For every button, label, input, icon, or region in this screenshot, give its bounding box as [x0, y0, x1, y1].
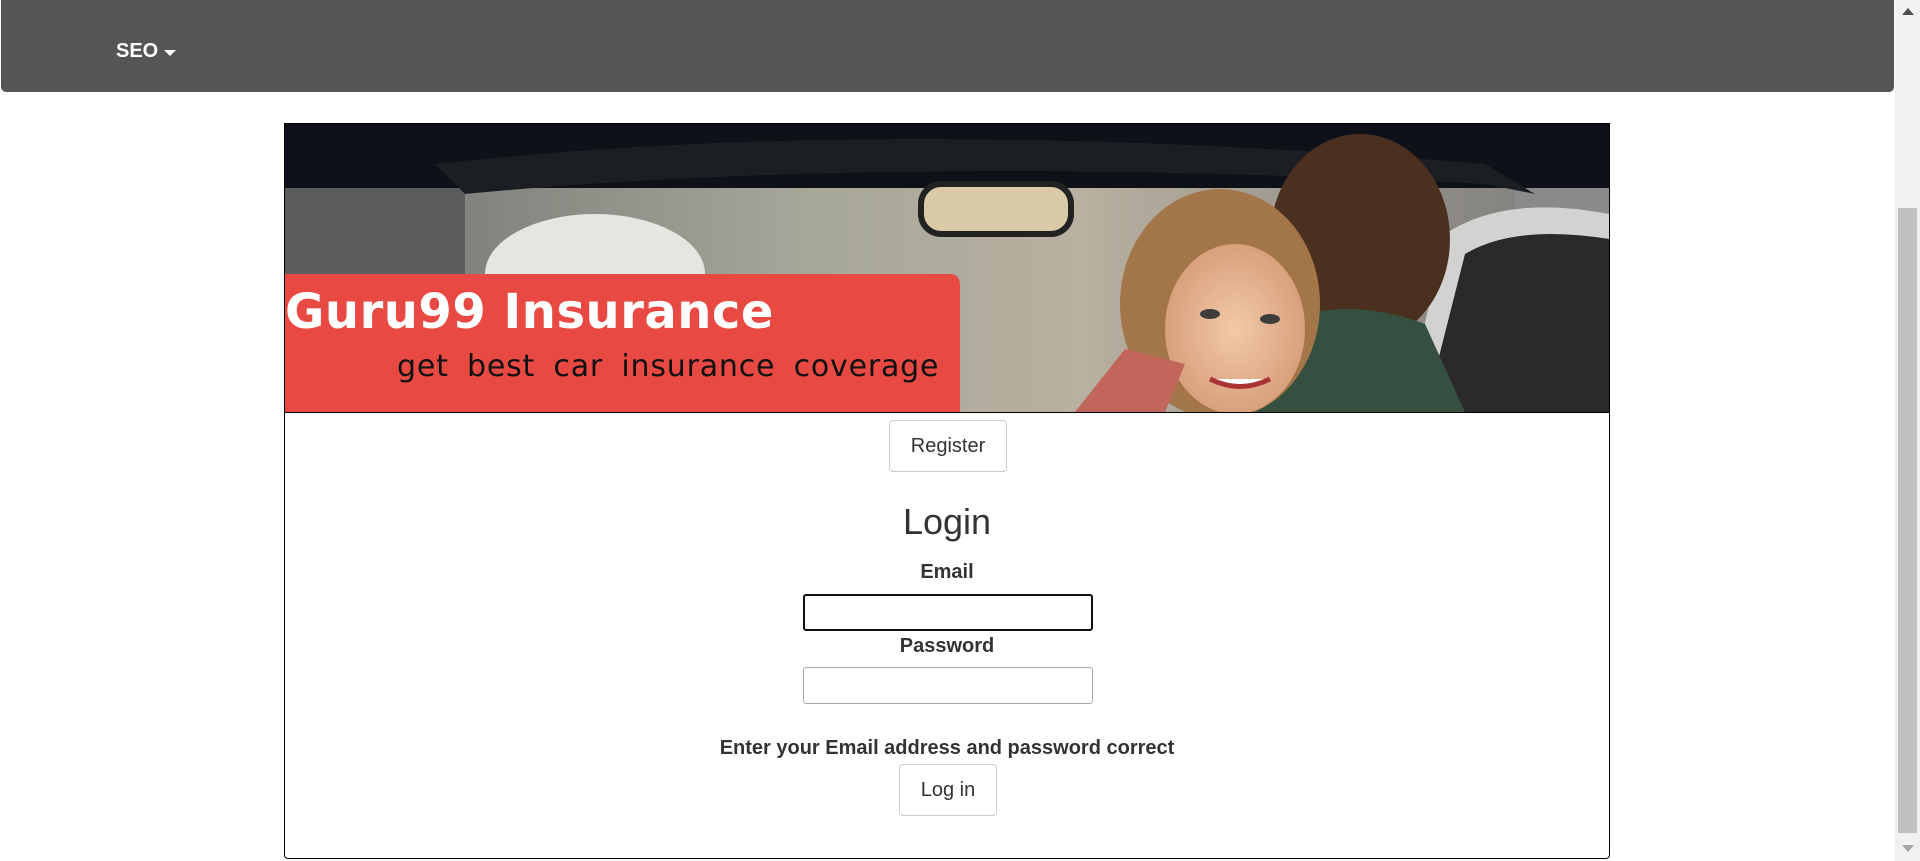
banner-subtitle: get best car insurance coverage: [397, 349, 940, 384]
password-input[interactable]: [803, 667, 1093, 704]
register-button[interactable]: Register: [889, 420, 1007, 472]
login-hint: Enter your Email address and password co…: [719, 737, 1175, 759]
password-label: Password: [899, 635, 995, 657]
caret-down-icon: [164, 50, 177, 56]
vertical-scrollbar[interactable]: [1895, 0, 1920, 861]
login-button[interactable]: Log in: [899, 764, 997, 816]
email-input[interactable]: [803, 594, 1093, 631]
seo-dropdown[interactable]: SEO: [116, 40, 177, 63]
scroll-up-arrow-icon[interactable]: [1902, 8, 1914, 15]
seo-dropdown-label: SEO: [116, 40, 159, 62]
top-navbar: SEO: [1, 0, 1894, 92]
main-panel: Guru99 Insurance get best car insurance …: [284, 123, 1610, 859]
scroll-down-arrow-icon[interactable]: [1902, 845, 1914, 852]
email-label: Email: [920, 561, 974, 583]
page: SEO Guru99 Insurance get best car insura…: [0, 0, 1920, 861]
banner-image: Guru99 Insurance get best car insurance …: [285, 124, 1609, 413]
scroll-thumb[interactable]: [1898, 208, 1917, 833]
login-heading: Login: [902, 501, 992, 542]
banner-title: Guru99 Insurance: [285, 284, 774, 340]
